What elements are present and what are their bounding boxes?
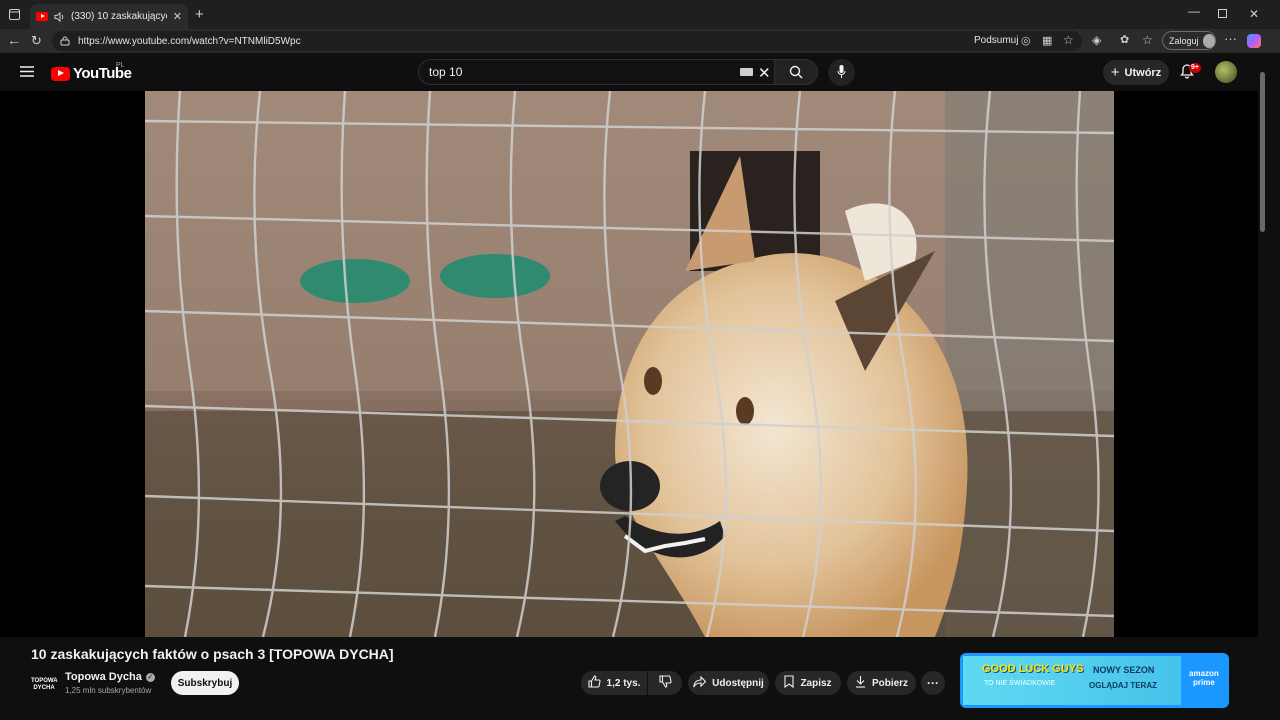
extensions-icon[interactable]: ▦ bbox=[1042, 34, 1052, 47]
refresh-icon[interactable]: ↻ bbox=[31, 33, 42, 49]
browser-tab-bar: (330) 10 zaskakujących faktó ✕ + — ✕ bbox=[0, 0, 1280, 29]
like-count: 1,2 tys. bbox=[606, 677, 641, 689]
channel-avatar[interactable]: TOPOWA DYCHA bbox=[31, 672, 58, 698]
scrollbar-thumb[interactable] bbox=[1260, 72, 1265, 232]
ad-headline: GOOD LUCK GUYS bbox=[982, 663, 1084, 675]
minimize-icon[interactable]: — bbox=[1188, 4, 1200, 18]
more-actions-button[interactable]: ··· bbox=[921, 671, 945, 695]
browser-login-button[interactable]: Zaloguj bbox=[1162, 31, 1216, 50]
video-title: 10 zaskakujących faktów o psach 3 [TOPOW… bbox=[31, 646, 394, 662]
video-frame[interactable] bbox=[145, 91, 1114, 637]
voice-search-button[interactable] bbox=[828, 59, 855, 86]
keyboard-icon[interactable] bbox=[740, 68, 753, 76]
ad-brand-line2: prime bbox=[1193, 678, 1215, 687]
subscriber-count: 1,25 mln subskrybentów bbox=[65, 686, 152, 695]
user-avatar[interactable] bbox=[1215, 61, 1237, 83]
site-info-icon[interactable] bbox=[60, 36, 70, 46]
browser-address-bar: ← ↻ https://www.youtube.com/watch?v=NTNM… bbox=[0, 29, 1280, 53]
more-dots-icon: ··· bbox=[927, 676, 939, 690]
channel-name: Topowa Dycha bbox=[65, 671, 142, 683]
youtube-header: YouTube PL ✕ + Utwórz 9+ bbox=[0, 53, 1258, 91]
browser-essentials-icon[interactable]: ◈ bbox=[1092, 33, 1101, 47]
microphone-icon bbox=[837, 65, 846, 79]
maximize-icon[interactable] bbox=[1218, 9, 1227, 18]
search-box: ✕ bbox=[418, 59, 774, 85]
ad-season: NOWY SEZON bbox=[1093, 665, 1155, 675]
subscribe-button[interactable]: Subskrybuj bbox=[171, 671, 239, 695]
tab-title: (330) 10 zaskakujących faktó bbox=[71, 11, 167, 22]
ad-subtitle: TO NIE ŚWIADKOWIE bbox=[984, 680, 1056, 687]
thumbs-down-icon bbox=[658, 675, 672, 691]
channel-logo-line2: DYCHA bbox=[33, 685, 55, 691]
bookmark-icon bbox=[784, 675, 794, 691]
copilot-icon[interactable] bbox=[1247, 34, 1261, 48]
close-window-icon[interactable]: ✕ bbox=[1249, 7, 1259, 21]
more-browser-icon[interactable]: ··· bbox=[1224, 31, 1237, 46]
search-icon bbox=[789, 65, 803, 79]
back-icon[interactable]: ← bbox=[7, 32, 21, 48]
region-code: PL bbox=[116, 62, 125, 69]
download-button[interactable]: Pobierz bbox=[847, 671, 916, 695]
plus-icon: + bbox=[1110, 64, 1120, 81]
share-label: Udostępnij bbox=[712, 677, 764, 689]
video-frame-dog-behind-fence bbox=[145, 91, 1114, 637]
youtube-play-logo-icon bbox=[51, 66, 70, 81]
login-label: Zaloguj bbox=[1169, 35, 1199, 46]
search-button[interactable] bbox=[774, 59, 818, 85]
notifications-badge: 9+ bbox=[1189, 63, 1201, 73]
new-tab-icon[interactable]: + bbox=[195, 6, 204, 23]
like-button[interactable]: 1,2 tys. bbox=[581, 671, 647, 695]
video-player[interactable] bbox=[0, 91, 1258, 637]
share-arrow-icon bbox=[693, 675, 707, 691]
ad-cta: OGLĄDAJ TERAZ bbox=[1089, 681, 1157, 690]
share-button[interactable]: Udostępnij bbox=[688, 671, 769, 695]
clear-search-icon[interactable]: ✕ bbox=[758, 64, 771, 82]
youtube-favicon-icon bbox=[36, 12, 48, 21]
save-label: Zapisz bbox=[800, 677, 832, 689]
close-tab-icon[interactable]: ✕ bbox=[173, 10, 182, 23]
url-field[interactable]: https://www.youtube.com/watch?v=NTNMliD5… bbox=[52, 31, 1082, 51]
profile-avatar-icon bbox=[1202, 33, 1215, 48]
tab-actions-icon[interactable] bbox=[8, 8, 20, 20]
create-button[interactable]: + Utwórz bbox=[1103, 60, 1169, 85]
ad-brand-line1: amazon bbox=[1189, 669, 1219, 678]
speaker-icon[interactable] bbox=[54, 11, 65, 22]
favorite-star-icon[interactable]: ☆ bbox=[1063, 33, 1074, 47]
copilot-summary-icon[interactable]: ◎ bbox=[1021, 34, 1031, 47]
ad-banner[interactable]: GOOD LUCK GUYS TO NIE ŚWIADKOWIE NOWY SE… bbox=[960, 653, 1229, 708]
url-text: https://www.youtube.com/watch?v=NTNMliD5… bbox=[78, 35, 301, 47]
thumbs-up-icon bbox=[587, 675, 601, 691]
collections-icon[interactable]: ☆ bbox=[1142, 33, 1153, 47]
download-label: Pobierz bbox=[871, 677, 909, 689]
create-label: Utwórz bbox=[1124, 66, 1162, 79]
download-icon bbox=[855, 675, 866, 691]
search-input[interactable] bbox=[429, 65, 729, 79]
dislike-button[interactable] bbox=[648, 671, 682, 695]
summarize-button[interactable]: Podsumuj bbox=[974, 35, 1018, 46]
performance-icon[interactable]: ✿ bbox=[1120, 33, 1129, 46]
ad-brand-logo: amazon prime bbox=[1189, 669, 1219, 687]
menu-hamburger-icon[interactable] bbox=[20, 66, 34, 77]
channel-name-link[interactable]: Topowa Dycha ✓ bbox=[65, 671, 155, 683]
verified-check-icon: ✓ bbox=[145, 672, 155, 682]
browser-tab-youtube[interactable]: (330) 10 zaskakujących faktó ✕ bbox=[30, 4, 188, 29]
save-button[interactable]: Zapisz bbox=[775, 671, 841, 695]
channel-logo-line1: TOPOWA bbox=[31, 678, 58, 684]
